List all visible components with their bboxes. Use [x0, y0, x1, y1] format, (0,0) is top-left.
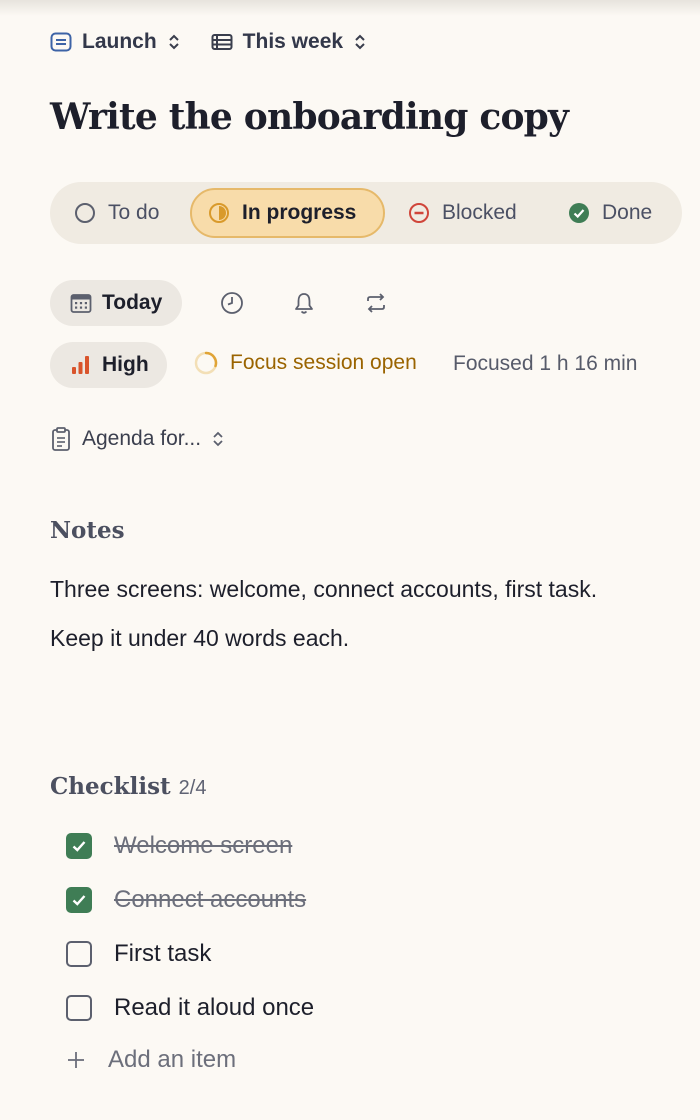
checklist-item-label[interactable]: Welcome screen — [114, 832, 292, 860]
add-item-button[interactable]: Add an item — [66, 1046, 236, 1074]
breadcrumb-project-label: Launch — [82, 30, 157, 53]
check-icon — [72, 895, 86, 906]
clock-icon[interactable] — [219, 290, 245, 316]
list-icon — [50, 31, 72, 53]
priority-button[interactable]: High — [50, 342, 167, 388]
agenda-label: Agenda for... — [82, 427, 202, 450]
task-title[interactable]: Write the onboarding copy — [50, 96, 569, 138]
notes-line-1[interactable]: Three screens: welcome, connect accounts… — [50, 576, 597, 603]
calendar-view-icon — [211, 31, 233, 53]
chevron-updown-icon — [211, 429, 225, 449]
status-selector: To do In progress Blocked Done — [50, 182, 682, 244]
blocked-icon — [408, 202, 430, 224]
status-todo-label: To do — [108, 201, 160, 224]
status-todo[interactable]: To do — [74, 188, 159, 238]
focus-session[interactable]: Focus session open — [194, 351, 417, 375]
date-button[interactable]: Today — [50, 280, 182, 326]
checklist-heading: Checklist 2/4 — [50, 773, 206, 800]
status-blocked-label: Blocked — [442, 201, 517, 224]
breadcrumb: Launch This week — [50, 30, 397, 54]
breadcrumb-view-label: This week — [242, 30, 344, 53]
priority-label: High — [102, 353, 149, 376]
check-icon — [72, 841, 86, 852]
checkbox-checked[interactable] — [66, 833, 92, 859]
checklist-item: Read it aloud once — [66, 994, 314, 1022]
breadcrumb-project[interactable]: Launch — [50, 30, 181, 54]
focus-session-label: Focus session open — [230, 351, 417, 374]
agenda-selector[interactable]: Agenda for... — [50, 426, 225, 452]
checklist-count: 2/4 — [178, 777, 207, 799]
breadcrumb-view[interactable]: This week — [211, 30, 367, 54]
status-done-label: Done — [602, 201, 653, 224]
status-in-progress[interactable]: In progress — [190, 188, 385, 238]
add-item-label: Add an item — [108, 1046, 237, 1073]
top-shadow — [0, 0, 700, 16]
bars-icon — [70, 354, 92, 376]
bell-icon[interactable] — [291, 290, 317, 316]
plus-icon — [66, 1050, 86, 1070]
clipboard-icon — [50, 426, 72, 452]
status-in-progress-label: In progress — [242, 201, 357, 224]
checkbox-unchecked[interactable] — [66, 995, 92, 1021]
checkbox-unchecked[interactable] — [66, 941, 92, 967]
repeat-icon[interactable] — [363, 290, 389, 316]
chevron-updown-icon — [167, 32, 181, 52]
half-circle-icon — [208, 202, 230, 224]
checklist-item-label[interactable]: Read it aloud once — [114, 994, 314, 1022]
date-label: Today — [102, 291, 163, 314]
notes-heading: Notes — [50, 517, 125, 544]
checklist-item: First task — [66, 940, 211, 968]
checkbox-checked[interactable] — [66, 887, 92, 913]
spinner-icon — [194, 351, 218, 375]
checklist-item-label[interactable]: Connect accounts — [114, 886, 306, 914]
calendar-icon — [70, 292, 92, 314]
status-blocked[interactable]: Blocked — [408, 188, 517, 238]
notes-line-2[interactable]: Keep it under 40 words each. — [50, 625, 349, 652]
chevron-updown-icon — [353, 32, 367, 52]
checklist-item: Welcome screen — [66, 832, 292, 860]
focused-time: Focused 1 h 16 min — [453, 352, 638, 375]
check-circle-icon — [568, 202, 590, 224]
checklist-item: Connect accounts — [66, 886, 306, 914]
status-done[interactable]: Done — [568, 188, 652, 238]
checklist-title: Checklist — [50, 773, 171, 800]
circle-icon — [74, 202, 96, 224]
checklist-item-label[interactable]: First task — [114, 940, 211, 968]
